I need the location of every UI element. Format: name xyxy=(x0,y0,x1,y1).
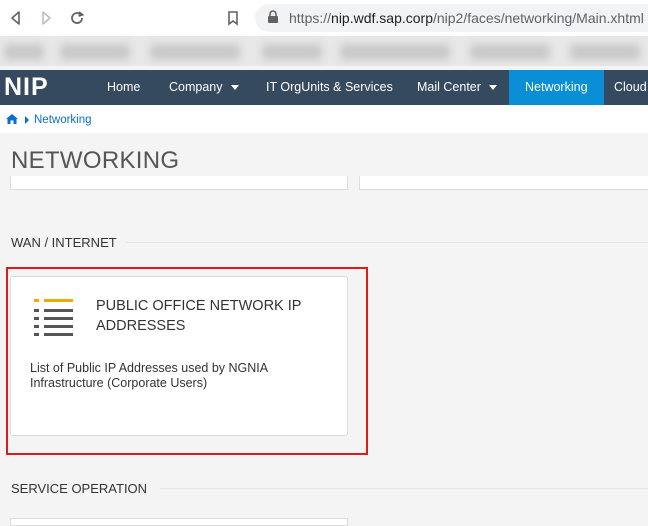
browser-toolbar: https://nip.wdf.sap.corp/nip2/faces/netw… xyxy=(0,0,648,36)
nip-logo[interactable]: NIP xyxy=(4,73,49,102)
section-divider xyxy=(160,488,648,489)
caret-down-icon xyxy=(488,85,497,91)
reload-button[interactable] xyxy=(68,9,86,27)
back-arrow-icon xyxy=(11,11,20,25)
tile-partial xyxy=(10,518,348,526)
tile-public-office-ip[interactable]: PUBLIC OFFICE NETWORK IP ADDRESSES List … xyxy=(10,276,348,436)
app-navbar: NIP Home Company IT OrgUnits & Services … xyxy=(0,70,648,105)
tile-partial xyxy=(359,176,648,190)
caret-down-icon xyxy=(230,85,239,91)
url-scheme: https:// xyxy=(289,10,332,26)
page-title: NETWORKING xyxy=(11,147,180,174)
breadcrumb: Networking xyxy=(0,105,648,133)
url-host: nip.wdf.sap.corp xyxy=(331,10,433,26)
chevron-right-icon xyxy=(25,116,29,124)
reload-icon xyxy=(71,11,85,24)
bookmark-icon xyxy=(228,11,238,26)
nav-cloud[interactable]: Cloud xyxy=(614,70,647,105)
lock-icon xyxy=(268,10,278,23)
tile-partial xyxy=(10,176,348,190)
tile-description: List of Public IP Addresses used by NGNI… xyxy=(30,361,268,390)
nav-company-label: Company xyxy=(169,80,223,94)
url-text: https://nip.wdf.sap.corp/nip2/faces/netw… xyxy=(289,10,644,26)
home-icon[interactable] xyxy=(6,114,18,124)
forward-button[interactable] xyxy=(37,9,55,27)
nav-company[interactable]: Company xyxy=(169,70,239,105)
address-bar[interactable]: https://nip.wdf.sap.corp/nip2/faces/netw… xyxy=(255,4,648,32)
tile-title: PUBLIC OFFICE NETWORK IP ADDRESSES xyxy=(96,298,302,334)
url-path: /nip2/faces/networking/Main.xhtml xyxy=(432,10,644,26)
nav-networking[interactable]: Networking xyxy=(509,70,604,105)
nav-home[interactable]: Home xyxy=(107,70,140,105)
nav-mail-center[interactable]: Mail Center xyxy=(417,70,497,105)
bookmark-button[interactable] xyxy=(224,9,242,27)
back-button[interactable] xyxy=(7,9,25,27)
breadcrumb-networking[interactable]: Networking xyxy=(34,114,92,126)
bookmarks-bar-blurred xyxy=(0,36,648,66)
forward-arrow-icon xyxy=(42,11,51,25)
section-title-wan: WAN / INTERNET xyxy=(11,235,117,250)
nav-mail-center-label: Mail Center xyxy=(417,80,481,94)
section-divider xyxy=(126,242,648,243)
section-title-service-operation: SERVICE OPERATION xyxy=(11,481,148,496)
list-icon xyxy=(34,299,73,336)
nav-it-orgunits[interactable]: IT OrgUnits & Services xyxy=(266,70,393,105)
